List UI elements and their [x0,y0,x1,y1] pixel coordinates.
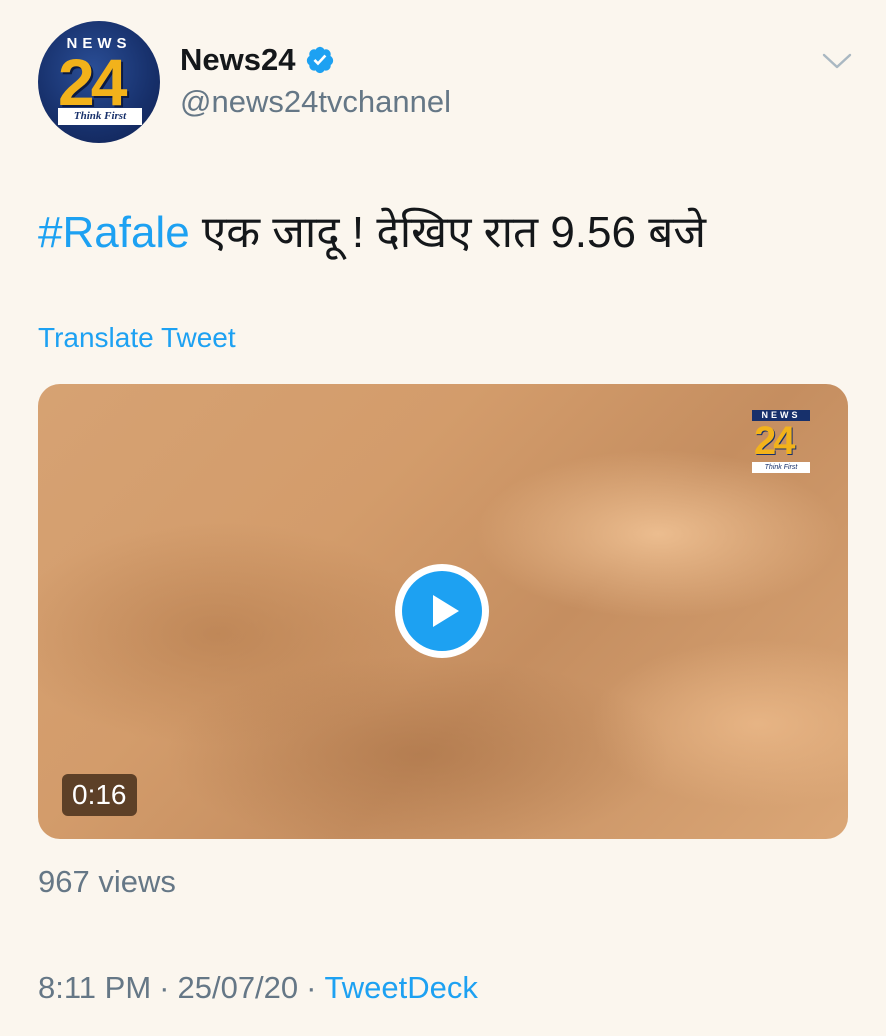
handle[interactable]: @news24tvchannel [180,84,451,120]
translate-tweet-link[interactable]: Translate Tweet [38,322,236,354]
avatar-logo-tagline: Think First [58,108,142,125]
meta-separator: · [306,970,317,1005]
watermark-tagline: Think First [752,462,810,473]
tweet-meta: 8:11 PM · 25/07/20 · TweetDeck [38,970,478,1006]
play-icon [402,571,482,651]
tweet-source-link[interactable]: TweetDeck [324,970,477,1005]
meta-separator: · [159,970,170,1005]
avatar-logo-number: 24 [58,45,127,119]
video-player[interactable]: NEWS 24 Think First 0:16 [38,384,848,839]
view-count: 967 views [38,864,176,899]
display-name[interactable]: News24 [180,42,295,78]
play-button[interactable] [395,564,489,658]
chevron-down-icon[interactable] [820,46,854,76]
tweet-date[interactable]: 25/07/20 [177,970,298,1005]
watermark-number: 24 [754,419,795,463]
hashtag-link[interactable]: #Rafale [38,208,190,257]
tweet-body-text: एक जादू ! देखिए रात 9.56 बजे [189,208,706,257]
name-row: News24 [180,40,335,80]
video-duration-badge: 0:16 [62,774,137,816]
avatar[interactable]: NEWS 24 Think First [38,21,160,143]
tweet-card: NEWS 24 Think First News24 @news24tvchan… [0,0,886,1036]
tweet-time[interactable]: 8:11 PM [38,970,151,1005]
channel-watermark: NEWS 24 Think First [752,410,810,476]
verified-badge-icon [305,45,335,75]
tweet-text: #Rafale एक जादू ! देखिए रात 9.56 बजे [38,200,706,260]
